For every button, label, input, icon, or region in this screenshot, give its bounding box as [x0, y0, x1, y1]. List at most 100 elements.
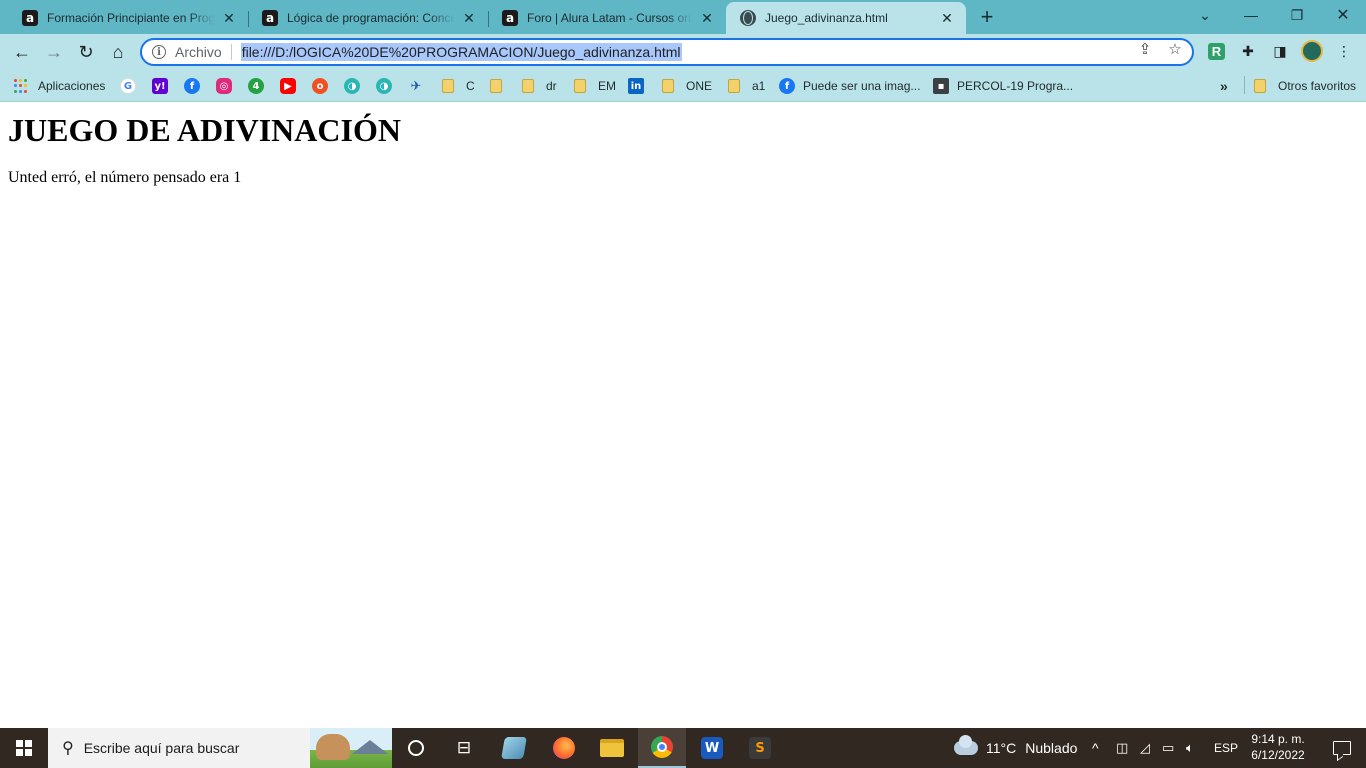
taskbar-app-notes[interactable]	[490, 728, 538, 768]
bookmarks-overflow-button[interactable]: »	[1220, 77, 1228, 95]
reload-button[interactable]: ↻	[72, 38, 100, 66]
cortana-button[interactable]	[392, 728, 440, 768]
tab-juego-adivinanza[interactable]: Juego_adivinanza.html ✕	[726, 2, 966, 34]
bookmark-apps[interactable]: Aplicaciones	[14, 77, 105, 95]
close-icon[interactable]: ✕	[698, 9, 716, 27]
star-icon[interactable]: ☆	[1166, 40, 1184, 58]
side-panel-icon[interactable]: ◨	[1270, 41, 1290, 61]
notification-center-button[interactable]	[1318, 728, 1366, 768]
menu-kebab-icon[interactable]: ⋮	[1334, 41, 1354, 61]
chevron-up-icon: ^	[1092, 740, 1099, 756]
close-icon[interactable]: ✕	[460, 9, 478, 27]
taskbar-sublime[interactable]: S	[736, 728, 784, 768]
linkedin-icon: in	[628, 78, 644, 94]
overflow-chevron-icon: »	[1220, 78, 1228, 94]
bookmark-label: Puede ser una imag...	[803, 79, 921, 93]
language-indicator[interactable]: ESP	[1214, 728, 1238, 768]
tray-battery-button[interactable]: ▭	[1162, 728, 1174, 768]
folder-icon	[574, 79, 586, 93]
tab-logica[interactable]: a Lógica de programación: Conceptos ✕	[248, 2, 489, 34]
windows-logo-icon	[16, 740, 32, 756]
url-text[interactable]: file:///D:/lOGICA%20DE%20PROGRAMACION/Ju…	[240, 43, 682, 61]
bookmark-teal-app-1[interactable]: ◑	[344, 77, 368, 95]
bookmark-folder-a1[interactable]: a1	[728, 77, 765, 95]
app-orange-icon: o	[312, 78, 328, 94]
bookmark-instagram[interactable]: ◎	[216, 77, 240, 95]
search-placeholder: Escribe aquí para buscar	[83, 740, 240, 756]
bookmark-facebook[interactable]: f	[184, 77, 208, 95]
home-button[interactable]: ⌂	[104, 38, 132, 66]
bookmark-orange-app[interactable]: o	[312, 77, 336, 95]
taskbar-clock[interactable]: 9:14 p. m. 6/12/2022	[1248, 731, 1308, 763]
bookmark-label: Aplicaciones	[38, 79, 106, 93]
start-button[interactable]	[0, 728, 48, 768]
wifi-icon: ◿	[1140, 740, 1150, 755]
forward-button[interactable]: →	[40, 38, 68, 66]
bookmark-folder-unnamed[interactable]	[490, 77, 514, 95]
bookmark-folder-dr[interactable]: dr	[522, 77, 557, 95]
omnibox-divider	[230, 44, 232, 60]
tray-network-button[interactable]: ◿	[1140, 728, 1150, 768]
restore-button[interactable]: ❐	[1274, 0, 1320, 30]
elephant-illustration	[316, 734, 350, 760]
info-icon[interactable]: i	[152, 45, 166, 59]
bookmark-linkedin[interactable]: in	[628, 77, 652, 95]
bookmark-google[interactable]: G	[120, 77, 144, 95]
folder-icon	[1254, 79, 1266, 93]
bookmarks-bar: Aplicaciones G y! f ◎ 4 ▶ o ◑ ◑ ✈ C dr E…	[0, 70, 1366, 102]
chrome-icon	[651, 736, 673, 758]
tab-formacion[interactable]: a Formación Principiante en Programación…	[8, 2, 249, 34]
bookmark-label: dr	[546, 79, 557, 93]
bookmark-percol[interactable]: ▪ PERCOL-19 Progra...	[933, 77, 1073, 95]
bookmark-folder-c[interactable]: C	[442, 77, 475, 95]
close-icon[interactable]: ✕	[938, 9, 956, 27]
folder-icon	[522, 79, 534, 93]
search-icon: ⚲	[62, 740, 74, 757]
bookmark-youtube[interactable]: ▶	[280, 77, 304, 95]
bookmark-label: PERCOL-19 Progra...	[957, 79, 1074, 93]
tab-foro[interactable]: a Foro | Alura Latam - Cursos online ✕	[488, 2, 726, 34]
bookmark-green-app[interactable]: 4	[248, 77, 272, 95]
bookmark-plane[interactable]: ✈	[408, 77, 432, 95]
share-icon[interactable]: ⇪	[1136, 40, 1154, 58]
weather-temp: 11°C	[986, 740, 1017, 756]
tray-overflow-button[interactable]: ^	[1092, 728, 1099, 768]
address-bar[interactable]: i Archivo file:///D:/lOGICA%20DE%20PROGR…	[140, 38, 1194, 66]
contact-card-icon: ▪	[933, 78, 949, 94]
tray-volume-button[interactable]: 🔈︎	[1186, 728, 1194, 768]
bookmark-yahoo[interactable]: y!	[152, 77, 176, 95]
tab-search-chevron-icon[interactable]: ⌄	[1182, 0, 1228, 30]
tray-meet-button[interactable]: ◫	[1116, 728, 1128, 768]
bookmark-label: C	[466, 79, 475, 93]
extension-r-icon[interactable]: R	[1208, 43, 1225, 60]
app-teal-icon: ◑	[376, 78, 392, 94]
taskbar-firefox[interactable]	[540, 728, 588, 768]
task-view-icon: ⊟	[456, 738, 472, 757]
close-icon[interactable]: ✕	[220, 9, 238, 27]
facebook-icon: f	[779, 78, 795, 94]
new-tab-button[interactable]: +	[975, 5, 999, 29]
minimize-button[interactable]: —	[1228, 0, 1274, 30]
tab-title: Formación Principiante en Programación	[47, 11, 214, 25]
taskbar-search[interactable]: ⚲ Escribe aquí para buscar	[48, 728, 392, 768]
taskbar-file-explorer[interactable]	[588, 728, 636, 768]
profile-avatar[interactable]	[1301, 40, 1323, 62]
back-button[interactable]: ←	[8, 38, 36, 66]
bookmark-teal-app-2[interactable]: ◑	[376, 77, 400, 95]
task-view-button[interactable]: ⊟	[440, 728, 488, 768]
alura-icon: a	[262, 10, 278, 26]
browser-toolbar: ← → ↻ ⌂ i Archivo file:///D:/lOGICA%20DE…	[0, 34, 1366, 70]
taskbar-word[interactable]: W	[688, 728, 736, 768]
bookmarks-separator	[1244, 76, 1245, 94]
windows-taskbar: ⚲ Escribe aquí para buscar ⊟ W S 11°C Nu…	[0, 728, 1366, 768]
bookmark-other-favorites[interactable]: Otros favoritos	[1254, 77, 1356, 95]
extensions-puzzle-icon[interactable]: ✚	[1238, 41, 1258, 61]
bookmark-folder-em[interactable]: EM	[574, 77, 616, 95]
close-window-button[interactable]: ✕	[1320, 0, 1366, 30]
taskbar-chrome[interactable]	[638, 728, 686, 768]
cortana-icon	[408, 740, 424, 756]
weather-widget[interactable]: 11°C Nublado	[954, 728, 1077, 768]
firefox-icon	[553, 737, 575, 759]
bookmark-folder-one[interactable]: ONE	[662, 77, 712, 95]
bookmark-facebook-image[interactable]: f Puede ser una imag...	[779, 77, 920, 95]
